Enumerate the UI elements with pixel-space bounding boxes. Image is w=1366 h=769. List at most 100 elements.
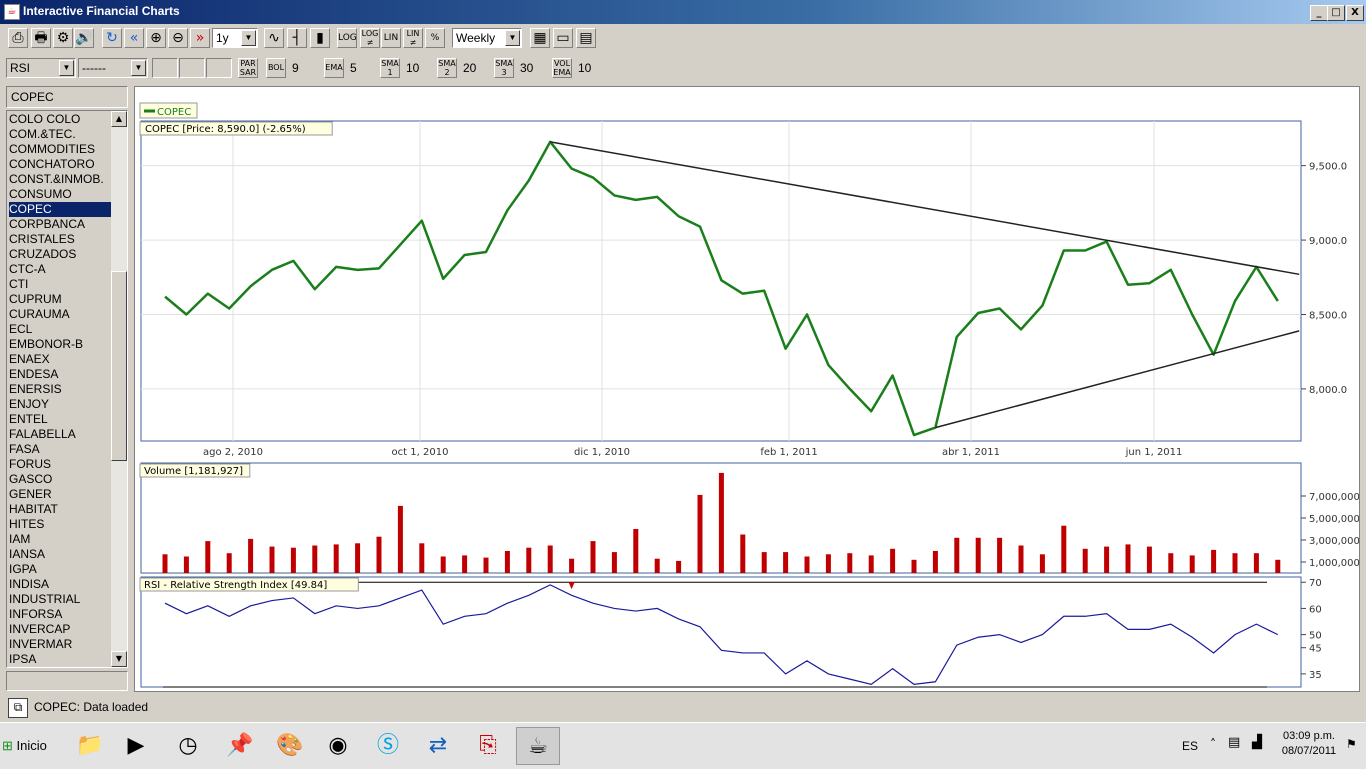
language-indicator[interactable]: ES [1182,739,1198,753]
list-item[interactable]: FALABELLA [9,427,113,442]
pin-icon[interactable]: 📌 [218,727,262,765]
chart-window-icon[interactable]: ▭ [553,28,573,48]
list-item[interactable]: COMMODITIES [9,142,113,157]
list-item[interactable]: CONST.&INMOB. [9,172,113,187]
scroll-thumb[interactable] [111,271,127,461]
chart-panel-icon[interactable]: ▤ [576,28,596,48]
list-item[interactable]: IGPA [9,562,113,577]
indicator2-select[interactable]: ------ ▼ [78,58,148,78]
list-item[interactable]: ENJOY [9,397,113,412]
list-item[interactable]: COM.&TEC. [9,127,113,142]
list-item[interactable]: COPEC [9,202,113,217]
list-item[interactable]: COLO COLO [9,112,113,127]
list-item[interactable]: FASA [9,442,113,457]
list-item[interactable]: GASCO [9,472,113,487]
network-icon[interactable]: ▤ [1228,735,1240,750]
zoom-out-icon[interactable]: ⊖ [168,28,188,48]
refresh-icon[interactable]: ↻ [102,28,122,48]
list-item[interactable]: GENER [9,487,113,502]
clock[interactable]: 03:09 p.m. 08/07/2011 [1278,729,1340,759]
param-field-1[interactable] [152,58,178,78]
list-item[interactable]: EMBONOR-B [9,337,113,352]
charts-svg[interactable]: COPEC 8,000.0 8,500.0 9,000.0 9,500.0 ago 2,… [135,87,1360,691]
flag-icon[interactable]: ⚑ [1346,737,1357,751]
list-item[interactable]: INVERMAR [9,637,113,652]
percent-button[interactable]: % [425,28,445,48]
list-item[interactable]: CTC-A [9,262,113,277]
sma3-button[interactable]: SMA 3 [494,58,514,78]
log-button[interactable]: LOG [337,28,357,48]
rsi-panel[interactable]: 35 45 50 60 70 RSI - Relative Strength Index … [139,576,1322,688]
color-palette-icon[interactable]: ▦ [530,28,550,48]
list-item[interactable]: IANSA [9,547,113,562]
indicator-select[interactable]: RSI ▼ [6,58,76,78]
list-item[interactable]: CRUZADOS [9,247,113,262]
list-item[interactable]: HABITAT [9,502,113,517]
param-field-2[interactable] [179,58,205,78]
list-item[interactable]: INDUSTRIAL [9,592,113,607]
price-panel[interactable]: 8,000.0 8,500.0 9,000.0 9,500.0 ago 2, 2010 o… [139,120,1347,458]
list-item[interactable]: IPSA [9,652,113,667]
print-icon[interactable]: 🖶 [31,28,51,48]
list-item[interactable]: INVERCAP [9,622,113,637]
list-item[interactable]: HITES [9,517,113,532]
tray-chevron-icon[interactable]: ˄ [1210,737,1216,751]
sound-icon[interactable]: 🔊 [74,28,94,48]
par-sar-button[interactable]: PAR SAR [238,58,258,78]
chart-area[interactable]: COPEC 8,000.0 8,500.0 9,000.0 9,500.0 ago 2,… [134,86,1360,692]
interval-select[interactable]: Weekly ▼ [452,28,522,48]
explorer-icon[interactable]: 📁 [68,727,112,765]
lin-neq-button[interactable]: LIN ≠ [403,28,423,48]
candlestick-chart-icon[interactable]: ▮ [310,28,330,48]
pdf-reader-icon[interactable]: ⎘ [466,727,510,765]
scroll-up-icon[interactable]: ▲ [111,111,127,127]
list-item[interactable]: CORPBANCA [9,217,113,232]
sma2-button[interactable]: SMA 2 [437,58,457,78]
start-button[interactable]: ⊞ Inicio [2,731,54,761]
ohlc-chart-icon[interactable]: ┤ [287,28,307,48]
list-item[interactable]: ENERSIS [9,382,113,397]
list-item[interactable]: FORUS [9,457,113,472]
lin-button[interactable]: LIN [381,28,401,48]
clock-app-icon[interactable]: ◷ [166,727,210,765]
media-player-icon[interactable]: ▶ [114,727,158,765]
param-field-3[interactable] [206,58,232,78]
volume-panel[interactable]: 1,000,000 3,000,000 5,000,000 7,000,000 Volu… [139,462,1360,574]
chrome-icon[interactable]: ◉ [316,727,360,765]
java-app-taskbar-icon[interactable]: ☕ [516,727,560,765]
list-item[interactable]: INDISA [9,577,113,592]
ema-button[interactable]: EMA [324,58,344,78]
minimize-button[interactable]: _ [1310,5,1328,21]
list-item[interactable]: CUPRUM [9,292,113,307]
close-button[interactable]: X [1346,5,1364,21]
signal-icon[interactable]: ▟ [1252,735,1262,750]
sma1-button[interactable]: SMA 1 [380,58,400,78]
symbol-field[interactable]: COPEC [6,86,128,108]
teamviewer-icon[interactable]: ⇄ [416,727,460,765]
period-select[interactable]: 1y ▼ [212,28,258,48]
scroll-down-icon[interactable]: ▼ [111,651,127,667]
save-icon[interactable]: ⎙ [8,28,28,48]
list-item[interactable]: ECL [9,322,113,337]
list-item[interactable]: ENAEX [9,352,113,367]
list-item[interactable]: CURAUMA [9,307,113,322]
list-item[interactable]: INFORSA [9,607,113,622]
maximize-button[interactable]: □ [1327,5,1345,21]
skype-icon[interactable]: Ⓢ [366,727,410,765]
log-neq-button[interactable]: LOG ≠ [360,28,380,48]
list-item[interactable]: CTI [9,277,113,292]
list-item[interactable]: IAM [9,532,113,547]
status-icon[interactable]: ⧉ [8,698,28,718]
paint-icon[interactable]: 🎨 [268,727,312,765]
zoom-in-icon[interactable]: ⊕ [146,28,166,48]
symbol-list[interactable]: COLO COLO COM.&TEC. COMMODITIES CONCHATORO C… [6,110,128,668]
vol-ema-button[interactable]: VOL EMA [552,58,572,78]
list-scrollbar[interactable]: ▲ ▼ [111,111,127,667]
list-item[interactable]: CRISTALES [9,232,113,247]
list-item[interactable]: ENTEL [9,412,113,427]
settings-icon[interactable]: ⚙ [53,28,73,48]
rewind-icon[interactable]: « [124,28,144,48]
forward-icon[interactable]: » [190,28,210,48]
bol-button[interactable]: BOL [266,58,286,78]
list-item[interactable]: CONCHATORO [9,157,113,172]
